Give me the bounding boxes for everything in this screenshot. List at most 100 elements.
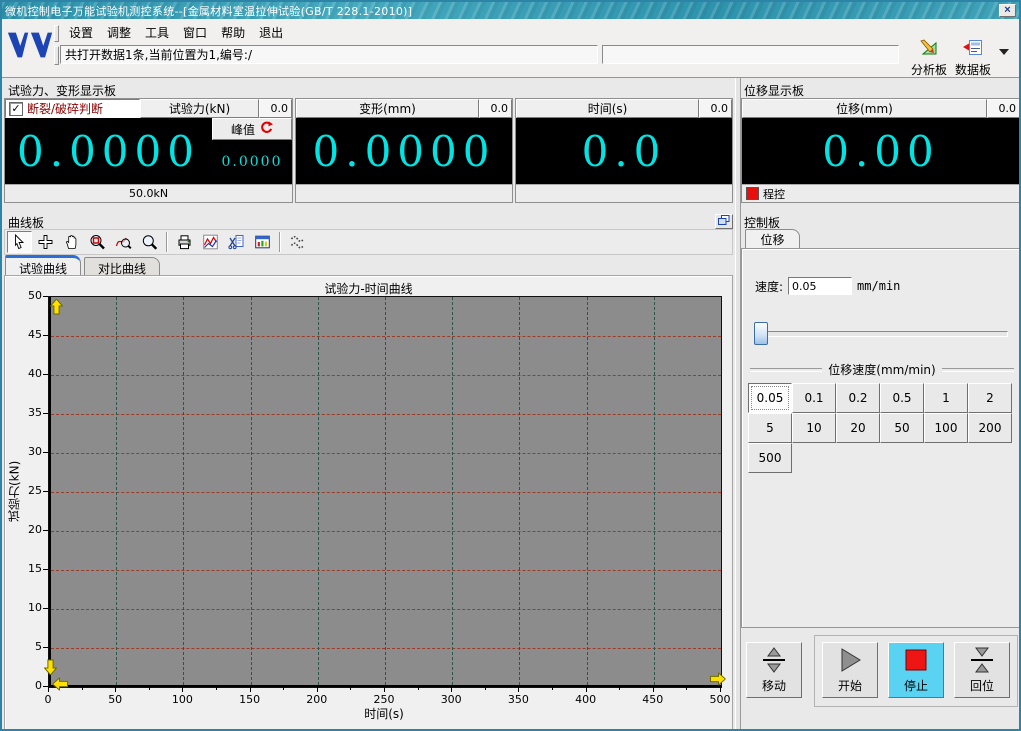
peak-value-display: 0.0000: [212, 140, 292, 184]
y-gridline: [51, 336, 721, 337]
break-judge-option[interactable]: ✓ 断裂/破碎判断: [5, 99, 140, 118]
analysis-board-icon: [918, 39, 940, 60]
move-cross-icon[interactable]: [33, 231, 58, 253]
y-tick-mark: [43, 452, 48, 453]
control-tab-displacement[interactable]: 位移: [745, 229, 800, 249]
speed-option-0.1[interactable]: 0.1: [792, 383, 836, 413]
speed-option-0.5[interactable]: 0.5: [880, 383, 924, 413]
x-gridline: [519, 297, 520, 685]
displacement-channel-header[interactable]: 位移(mm): [742, 99, 987, 118]
time-channel-header[interactable]: 时间(s): [516, 99, 699, 118]
x-tick-mark: [720, 687, 721, 692]
quick-actions: 分析板 数据板: [911, 39, 1009, 78]
speed-option-500[interactable]: 500: [748, 443, 792, 473]
select-pattern-icon[interactable]: [285, 231, 310, 253]
speed-option-20[interactable]: 20: [836, 413, 880, 443]
menu-item-3[interactable]: 窗口: [176, 22, 214, 43]
app-window: 微机控制电子万能试验机测控系统--[金属材料室温拉伸试验(GB/T 228.1-…: [0, 0, 1021, 731]
speed-label: 速度:: [755, 278, 783, 295]
y-tick-label: 45: [12, 328, 42, 341]
curve-tab-1[interactable]: 对比曲线: [84, 257, 160, 276]
x-tick-mark: [384, 687, 385, 692]
return-button[interactable]: 回位: [954, 642, 1010, 698]
x-tick-mark: [451, 687, 452, 692]
y-gridline: [51, 492, 721, 493]
speed-input[interactable]: [788, 277, 852, 295]
more-dropdown-arrow[interactable]: [999, 49, 1009, 55]
force-range-label: 50.0kN: [5, 184, 292, 202]
copy-curve-icon[interactable]: [224, 231, 249, 253]
menu-grip: [54, 25, 59, 42]
data-board-icon: [962, 39, 984, 60]
force-value-display: 0.0000: [5, 118, 212, 184]
speed-option-0.2[interactable]: 0.2: [836, 383, 880, 413]
chart-plot[interactable]: [48, 296, 722, 688]
speed-option-200[interactable]: 200: [968, 413, 1012, 443]
x-gridline: [116, 297, 117, 685]
y-tick-mark: [43, 647, 48, 648]
analysis-board-button[interactable]: 分析板: [911, 39, 947, 78]
group-divider-right: [942, 368, 1014, 372]
speed-slider-track[interactable]: [756, 331, 1008, 337]
axis-limit-left-arrow-icon[interactable]: [53, 678, 69, 691]
panel-icon[interactable]: [250, 231, 275, 253]
speed-option-0.05[interactable]: 0.05: [748, 383, 792, 413]
speed-option-100[interactable]: 100: [924, 413, 968, 443]
peak-reset-icon[interactable]: [260, 121, 273, 137]
y-tick-mark: [43, 374, 48, 375]
speed-option-1[interactable]: 1: [924, 383, 968, 413]
displacement-display-panel: 位移(mm) 0.0 0.00 程控: [741, 98, 1021, 203]
y-tick-label: 50: [12, 289, 42, 302]
y-tick-mark: [43, 530, 48, 531]
zoom-rect-icon[interactable]: [85, 231, 110, 253]
chart-xlabel: 时间(s): [48, 705, 720, 722]
data-board-label: 数据板: [955, 61, 991, 78]
curve-restore-button[interactable]: [715, 214, 733, 229]
panel-splitter[interactable]: [735, 78, 741, 729]
speed-option-5[interactable]: 5: [748, 413, 792, 443]
axis-limit-up-arrow-icon[interactable]: [50, 299, 63, 315]
status-box: 共打开数据1条,当前位置为1,编号:/: [60, 45, 598, 64]
print-icon[interactable]: [172, 231, 197, 253]
curve-tab-0[interactable]: 试验曲线: [5, 255, 81, 276]
y-gridline: [51, 414, 721, 415]
force-channel-header[interactable]: 试验力(kN): [140, 99, 259, 118]
app-logo-icon: [7, 25, 53, 65]
speed-option-10[interactable]: 10: [792, 413, 836, 443]
x-tick-label: 350: [501, 693, 535, 706]
menu-item-0[interactable]: 设置: [62, 22, 100, 43]
play-icon: [837, 647, 863, 676]
x-tick-mark: [317, 687, 318, 692]
y-tick-label: 5: [12, 640, 42, 653]
x-tick-label: 400: [569, 693, 603, 706]
deform-channel-header[interactable]: 变形(mm): [296, 99, 479, 118]
zoom-out-icon[interactable]: [137, 231, 162, 253]
menu-item-5[interactable]: 退出: [252, 22, 290, 43]
close-button[interactable]: ×: [999, 4, 1016, 17]
speed-option-50[interactable]: 50: [880, 413, 924, 443]
x-tick-label: 200: [300, 693, 334, 706]
axis-limit-down-arrow-icon[interactable]: [44, 659, 57, 675]
axis-limit-right-arrow-icon[interactable]: [710, 673, 726, 686]
y-tick-mark: [43, 569, 48, 570]
y-tick-label: 25: [12, 484, 42, 497]
speed-group-label: 位移速度(mm/min): [828, 361, 935, 378]
speed-slider-thumb[interactable]: [754, 322, 768, 345]
data-board-button[interactable]: 数据板: [955, 39, 991, 78]
x-tick-label: 250: [367, 693, 401, 706]
x-gridline: [183, 297, 184, 685]
break-judge-checkbox[interactable]: ✓: [9, 102, 23, 116]
stop-button[interactable]: 停止: [888, 642, 944, 698]
move-button[interactable]: 移动: [746, 642, 802, 698]
menu-item-4[interactable]: 帮助: [214, 22, 252, 43]
menu-item-1[interactable]: 调整: [100, 22, 138, 43]
pan-hand-icon[interactable]: [59, 231, 84, 253]
x-minor-tick-mark: [149, 687, 150, 690]
x-gridline: [385, 297, 386, 685]
menu-item-2[interactable]: 工具: [138, 22, 176, 43]
start-button[interactable]: 开始: [822, 642, 878, 698]
cursor-icon[interactable]: [7, 231, 32, 253]
zoom-curve-icon[interactable]: [111, 231, 136, 253]
curve-chart-icon[interactable]: [198, 231, 223, 253]
speed-option-2[interactable]: 2: [968, 383, 1012, 413]
